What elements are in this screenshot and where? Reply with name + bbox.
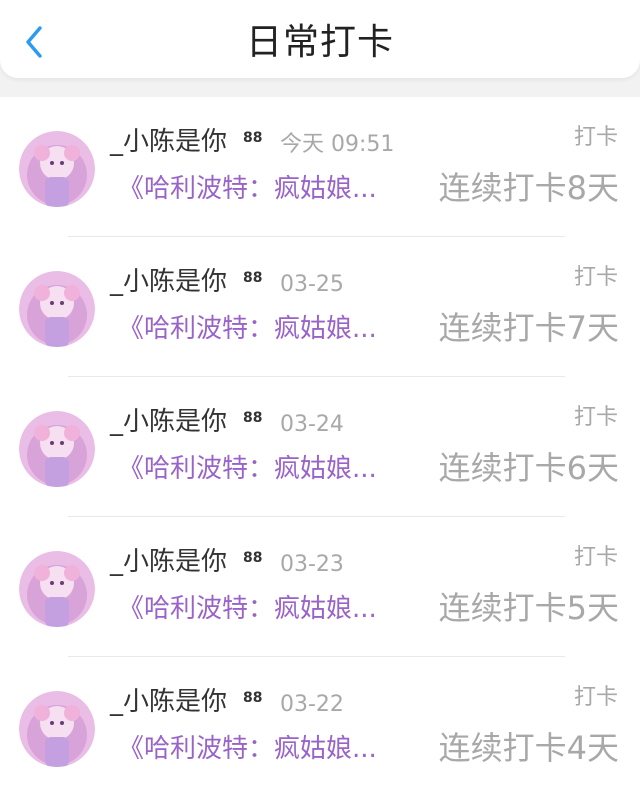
username[interactable]: _小陈是你	[110, 545, 227, 579]
book-title[interactable]: 《哈利波特：疯姑娘...	[118, 171, 398, 207]
streak-count: 连续打卡4天	[438, 729, 619, 767]
checkin-button[interactable]: 打卡	[574, 123, 618, 153]
book-title[interactable]: 《哈利波特：疯姑娘...	[118, 591, 398, 627]
avatar[interactable]	[19, 131, 95, 207]
checkin-time: 今天 09:51	[280, 132, 395, 157]
book-title[interactable]: 《哈利波特：疯姑娘...	[118, 731, 398, 767]
checkin-time: 03-25	[280, 272, 344, 297]
checkin-item[interactable]: _小陈是你 88 03-24 打卡 《哈利波特：疯姑娘... 连续打卡6天	[0, 377, 640, 517]
top-bar: 日常打卡	[0, 0, 640, 78]
level-badge: 88	[243, 550, 263, 566]
level-badge: 88	[243, 410, 263, 426]
checkin-time: 03-24	[280, 412, 344, 437]
checkin-button[interactable]: 打卡	[574, 683, 618, 713]
checkin-button[interactable]: 打卡	[574, 263, 618, 293]
checkin-button[interactable]: 打卡	[574, 403, 618, 433]
streak-count: 连续打卡5天	[438, 589, 619, 627]
avatar[interactable]	[19, 691, 95, 767]
username[interactable]: _小陈是你	[110, 685, 227, 719]
username[interactable]: _小陈是你	[110, 405, 227, 439]
streak-count: 连续打卡6天	[438, 449, 619, 487]
streak-count: 连续打卡7天	[438, 309, 619, 347]
streak-count: 连续打卡8天	[438, 169, 619, 207]
username[interactable]: _小陈是你	[110, 125, 227, 159]
level-badge: 88	[243, 690, 263, 706]
avatar[interactable]	[19, 411, 95, 487]
book-title[interactable]: 《哈利波特：疯姑娘...	[118, 451, 398, 487]
checkin-item[interactable]: _小陈是你 88 03-23 打卡 《哈利波特：疯姑娘... 连续打卡5天	[0, 517, 640, 657]
avatar[interactable]	[19, 271, 95, 347]
username[interactable]: _小陈是你	[110, 265, 227, 299]
checkin-list: _小陈是你 88 今天 09:51 打卡 《哈利波特：疯姑娘... 连续打卡8天…	[0, 97, 640, 799]
checkin-item[interactable]: _小陈是你 88 今天 09:51 打卡 《哈利波特：疯姑娘... 连续打卡8天	[0, 97, 640, 237]
page-title: 日常打卡	[245, 22, 394, 63]
level-badge: 88	[243, 130, 263, 146]
checkin-item[interactable]: _小陈是你 88 03-22 打卡 《哈利波特：疯姑娘... 连续打卡4天	[0, 657, 640, 797]
checkin-time: 03-22	[280, 692, 344, 717]
level-badge: 88	[243, 270, 263, 286]
checkin-time: 03-23	[280, 552, 344, 577]
checkin-button[interactable]: 打卡	[574, 543, 618, 573]
checkin-item[interactable]: _小陈是你 88 03-25 打卡 《哈利波特：疯姑娘... 连续打卡7天	[0, 237, 640, 377]
book-title[interactable]: 《哈利波特：疯姑娘...	[118, 311, 398, 347]
avatar[interactable]	[19, 551, 95, 627]
